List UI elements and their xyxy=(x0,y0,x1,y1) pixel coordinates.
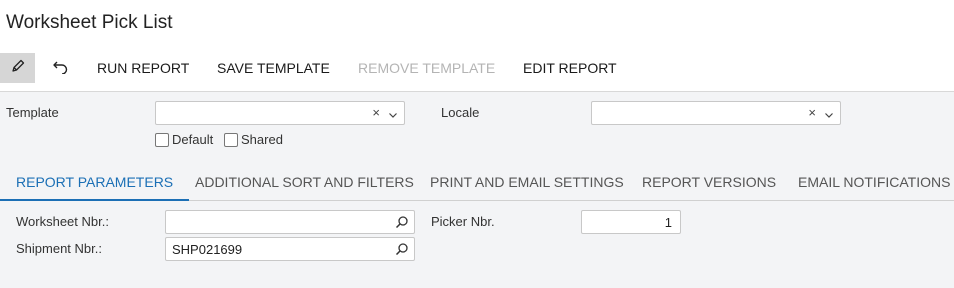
undo-icon xyxy=(52,58,70,79)
checkbox-box[interactable] xyxy=(224,132,238,147)
template-label: Template xyxy=(6,105,59,120)
edit-button[interactable] xyxy=(0,53,35,83)
locale-label: Locale xyxy=(441,105,480,120)
template-select[interactable]: × xyxy=(155,101,405,125)
search-icon[interactable] xyxy=(395,242,409,259)
tab-additional-sort-and-filters[interactable]: ADDITIONAL SORT AND FILTERS xyxy=(195,156,414,201)
default-checkbox[interactable]: Default xyxy=(155,132,213,147)
undo-button[interactable] xyxy=(44,53,78,83)
tab-email-notifications[interactable]: EMAIL NOTIFICATIONS xyxy=(798,156,950,201)
default-label: Default xyxy=(172,132,214,147)
locale-select[interactable]: × xyxy=(591,101,841,125)
clear-icon[interactable]: × xyxy=(808,105,816,120)
save-template-button[interactable]: SAVE TEMPLATE xyxy=(217,53,330,83)
run-report-button[interactable]: RUN REPORT xyxy=(97,53,189,83)
picker-nbr-label: Picker Nbr. xyxy=(431,214,495,229)
toolbar: RUN REPORT SAVE TEMPLATE REMOVE TEMPLATE… xyxy=(0,53,954,83)
shipment-nbr-label: Shipment Nbr.: xyxy=(16,241,102,256)
checkbox-box[interactable] xyxy=(155,132,169,147)
page-title: Worksheet Pick List xyxy=(6,12,173,33)
chevron-down-icon[interactable] xyxy=(388,107,398,125)
search-icon[interactable] xyxy=(395,215,409,232)
report-parameters-panel: Worksheet Nbr.: Shipment Nbr.: SHP021699… xyxy=(0,201,954,288)
tab-bar: REPORT PARAMETERS ADDITIONAL SORT AND FI… xyxy=(0,156,954,201)
edit-report-button[interactable]: EDIT REPORT xyxy=(523,53,617,83)
shipment-nbr-value: SHP021699 xyxy=(172,242,243,257)
clear-icon[interactable]: × xyxy=(372,105,380,120)
template-panel: Template × Locale × Default Shared xyxy=(0,91,954,156)
remove-template-button[interactable]: REMOVE TEMPLATE xyxy=(358,53,495,83)
chevron-down-icon[interactable] xyxy=(824,107,834,125)
worksheet-nbr-field[interactable] xyxy=(165,210,415,234)
picker-nbr-field[interactable]: 1 xyxy=(581,210,681,234)
tab-print-and-email-settings[interactable]: PRINT AND EMAIL SETTINGS xyxy=(430,156,624,201)
shipment-nbr-field[interactable]: SHP021699 xyxy=(165,237,415,261)
picker-nbr-value: 1 xyxy=(664,215,672,230)
shared-label: Shared xyxy=(241,132,283,147)
tab-report-versions[interactable]: REPORT VERSIONS xyxy=(642,156,776,201)
pencil-icon xyxy=(10,58,26,79)
tab-report-parameters[interactable]: REPORT PARAMETERS xyxy=(0,156,190,201)
worksheet-nbr-label: Worksheet Nbr.: xyxy=(16,214,109,229)
shared-checkbox[interactable]: Shared xyxy=(224,132,283,147)
